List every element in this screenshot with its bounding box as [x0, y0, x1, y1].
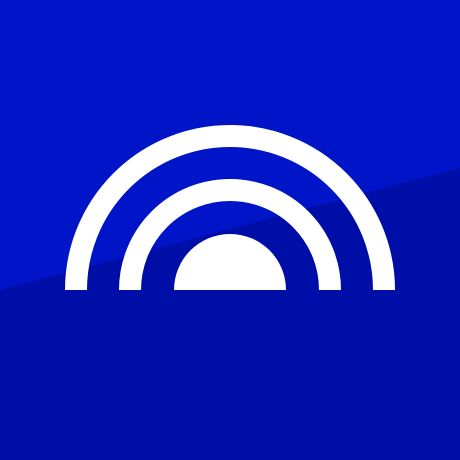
vpn-logo-icon [0, 0, 460, 460]
app-icon [0, 0, 460, 460]
